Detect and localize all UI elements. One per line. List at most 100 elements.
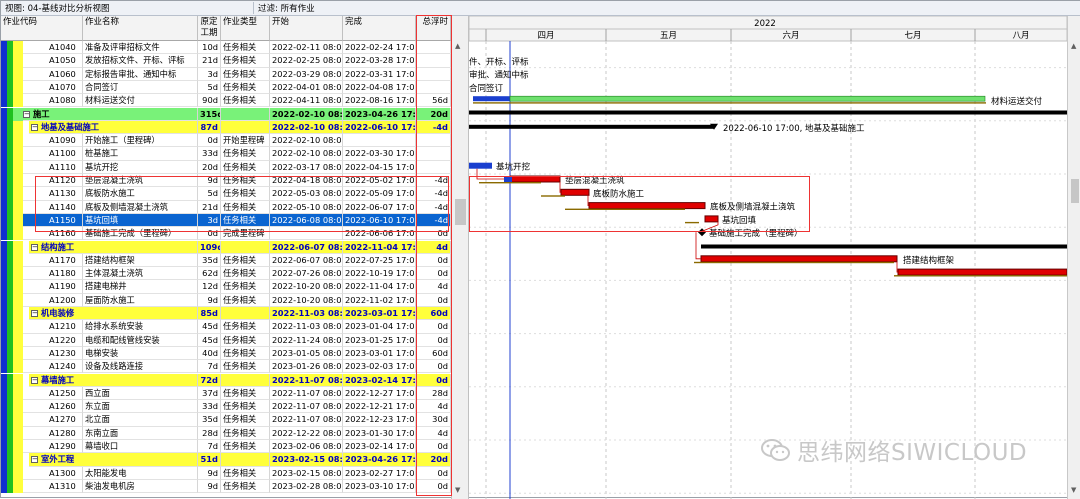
- activity-row[interactable]: A1250 西立面 37d 任务相关 2022-11-07 08:00 2022-12-2…: [1, 386, 451, 401]
- activity-row[interactable]: A1300 太阳能发电 9d 任务相关 2023-02-15 08:00 2023-02-…: [1, 466, 451, 480]
- cell-id: A1220: [23, 333, 83, 347]
- actual-bar[interactable]: [473, 96, 510, 102]
- cell-float: 0d: [416, 320, 451, 334]
- scroll-down-icon[interactable]: ▼: [455, 486, 460, 494]
- cell-finish: 2022-08-16 17:00: [343, 94, 416, 108]
- cell-dur: 45d: [198, 320, 221, 334]
- activity-row[interactable]: A1200 屋面防水施工 9d 任务相关 2022-10-20 08:00 2022-11…: [1, 293, 451, 307]
- critical-bar[interactable]: [897, 268, 1067, 276]
- critical-bar[interactable]: [560, 188, 590, 196]
- scroll-down-icon[interactable]: ▼: [1071, 486, 1076, 494]
- cell-name: 东立面: [83, 400, 198, 414]
- cell-float: -4d: [416, 187, 451, 201]
- col-header-type[interactable]: 作业类型: [221, 16, 270, 41]
- activity-row[interactable]: A1240 设备及线路连接 7d 任务相关 2023-01-26 08:00 2023-0…: [1, 360, 451, 374]
- cell-float: -4d: [416, 174, 451, 188]
- milestone-icon[interactable]: [698, 228, 706, 237]
- cell-name: 开始施工（里程碑）: [83, 134, 198, 148]
- scroll-thumb[interactable]: [1071, 179, 1079, 203]
- col-header-duration[interactable]: 原定 工期: [198, 16, 221, 41]
- cell-type: 任务相关: [221, 41, 270, 55]
- collapse-icon[interactable]: −: [31, 123, 38, 131]
- cell-id: A1160: [23, 227, 83, 241]
- col-header-start[interactable]: 开始: [270, 16, 343, 41]
- activity-row[interactable]: A1140 底板及侧墙混凝土浇筑 21d 任务相关 2022-05-10 08:00 20…: [1, 200, 451, 214]
- activity-row[interactable]: A1090开始施工（里程碑）0d开始里程碑2022-02-10 08:00 A: [1, 134, 451, 148]
- activity-row[interactable]: A1170 搭建结构框架 35d 任务相关 2022-06-07 08:00 2022-0…: [1, 253, 451, 268]
- scroll-up-icon[interactable]: ▲: [1071, 42, 1076, 50]
- cell-float: 4d: [416, 280, 451, 294]
- level-bar: [13, 440, 23, 454]
- activity-row[interactable]: A1060定标报告审批、通知中标3d任务相关2022-03-29 08:00 A…: [1, 67, 451, 81]
- col-header-finish[interactable]: 完成: [343, 16, 416, 41]
- wbs-row[interactable]: −幕墙施工72d2022-11-07 08:002023-02-14 17:00…: [1, 373, 451, 387]
- activity-row[interactable]: A1180 主体混凝土浇筑 62d 任务相关 2022-07-26 08:00 2022-…: [1, 267, 451, 281]
- col-header-float[interactable]: 总浮时: [416, 16, 451, 41]
- actual-bar[interactable]: [469, 162, 492, 169]
- col-header-name[interactable]: 作业名称: [83, 16, 198, 41]
- collapse-icon[interactable]: −: [23, 110, 30, 118]
- activity-row[interactable]: A1110基坑开挖20d任务相关2022-03-17 08:00 A2022-0…: [1, 160, 451, 174]
- cell-finish: 2022-12-23 17:00: [343, 413, 416, 427]
- cell-start: 2022-04-01 08:00 A: [270, 80, 343, 95]
- remaining-bar[interactable]: [509, 95, 986, 102]
- cell-finish: 2023-01-30 17:00: [343, 426, 416, 440]
- cell-type: 任务相关: [221, 213, 270, 228]
- view-selector[interactable]: 视图: 04-基线对比分析视图: [1, 2, 253, 14]
- activity-row[interactable]: A1070合同签订5d任务相关2022-04-01 08:00 A2022-04…: [1, 80, 451, 95]
- activity-row[interactable]: A1210 给排水系统安装 45d 任务相关 2022-11-03 08:00 2023-…: [1, 320, 451, 334]
- activity-row[interactable]: A1120垫层混凝土浇筑9d任务相关2022-04-18 08:00 A2022…: [1, 174, 451, 188]
- table-scrollbar[interactable]: ▲ ▼: [451, 16, 469, 499]
- activity-row[interactable]: A1050发放招标文件、开标、评标21d任务相关2022-02-25 08:00…: [1, 54, 451, 68]
- activity-row[interactable]: A1150 基坑回填 3d 任务相关 2022-06-08 08:00 2022-06-1…: [1, 213, 451, 228]
- bar-label: 基础施工完成（里程碑）: [709, 228, 803, 239]
- cell-type: 任务相关: [221, 413, 270, 427]
- activity-row[interactable]: A1080材料运送交付90d任务相关2022-04-11 08:00 A2022…: [1, 94, 451, 108]
- collapse-icon[interactable]: −: [31, 376, 38, 384]
- activity-row[interactable]: A1130 底板防水施工 5d 任务相关 2022-05-03 08:00 2022-05…: [1, 187, 451, 201]
- activity-row[interactable]: A1260 东立面 33d 任务相关 2022-11-07 08:00 2022-12-2…: [1, 400, 451, 414]
- critical-bar[interactable]: [509, 175, 561, 183]
- activity-row[interactable]: A1160基础施工完成（里程碑）0d完成里程碑2022-06-06 17:00*…: [1, 227, 451, 241]
- cell-float: -4d: [416, 213, 451, 228]
- wbs-row[interactable]: −室外工程51d2023-02-15 08:002023-04-26 17:00…: [1, 453, 451, 467]
- activity-row[interactable]: A1040准备及评审招标文件10d任务相关2022-02-11 08:00 A2…: [1, 41, 451, 55]
- critical-bar[interactable]: [588, 202, 706, 210]
- cell-dur: 28d: [198, 426, 221, 440]
- cell-type: 开始里程碑: [221, 134, 270, 148]
- level-bar: [13, 80, 23, 95]
- activity-row[interactable]: A1280 东南立面 28d 任务相关 2022-12-22 08:00 2023-01-…: [1, 426, 451, 440]
- critical-bar[interactable]: [704, 215, 719, 223]
- activity-row[interactable]: A1190 搭建电梯井 12d 任务相关 2022-10-20 08:00 2022-11…: [1, 280, 451, 294]
- scroll-thumb[interactable]: [455, 199, 466, 225]
- collapse-icon[interactable]: −: [31, 243, 38, 251]
- critical-bar[interactable]: [700, 255, 898, 263]
- gantt-scrollbar[interactable]: ▲ ▼: [1067, 16, 1080, 499]
- activity-row[interactable]: A1100桩基施工33d任务相关2022-02-10 08:00 A2022-0…: [1, 147, 451, 161]
- wbs-row[interactable]: −地基及基础施工87d2022-02-10 08:00 A2022-06-10 …: [1, 120, 451, 135]
- baseline-bar: [479, 182, 541, 184]
- activity-row[interactable]: A1310 柴油发电机房 9d 任务相关 2023-02-28 08:00 2023-03…: [1, 479, 451, 494]
- cell-finish: 2022-07-25 17:00: [343, 253, 416, 268]
- cell-finish: 2023-03-10 17:00: [343, 479, 416, 494]
- scroll-up-icon[interactable]: ▲: [455, 42, 460, 50]
- cell-float: [416, 160, 451, 174]
- cell-name: 定标报告审批、通知中标: [83, 67, 198, 81]
- level-bar: [13, 386, 23, 401]
- activity-row[interactable]: A1230 电梯安装 40d 任务相关 2023-01-05 08:00 2023-03-…: [1, 346, 451, 361]
- wbs-row[interactable]: −结构施工109d2022-06-07 08:002022-11-04 17:0…: [1, 240, 451, 254]
- activity-row[interactable]: A1270 北立面 35d 任务相关 2022-11-07 08:00 2022-12-2…: [1, 413, 451, 427]
- collapse-icon[interactable]: −: [31, 456, 38, 464]
- wbs-row[interactable]: −施工315d2022-02-10 08:00 A2023-04-26 17:0…: [1, 107, 451, 121]
- wbs-row[interactable]: −机电装修85d2022-11-03 08:002023-03-01 17:00…: [1, 307, 451, 321]
- filter-selector[interactable]: 过滤: 所有作业: [253, 2, 315, 14]
- actual-bar[interactable]: [504, 176, 512, 182]
- cell-type: 完成里程碑: [221, 227, 270, 241]
- col-header-id[interactable]: 作业代码: [1, 16, 83, 41]
- activity-row[interactable]: A1290 幕墙收口 7d 任务相关 2023-02-06 08:00 2023-02-1…: [1, 440, 451, 454]
- cell-dur: 0d: [198, 134, 221, 148]
- cell-name: − 施工: [23, 107, 198, 121]
- collapse-icon[interactable]: −: [31, 310, 38, 317]
- timescale-month: 七月: [904, 31, 921, 41]
- activity-row[interactable]: A1220 电缆和配线管线安装 45d 任务相关 2022-11-24 08:00 202…: [1, 333, 451, 347]
